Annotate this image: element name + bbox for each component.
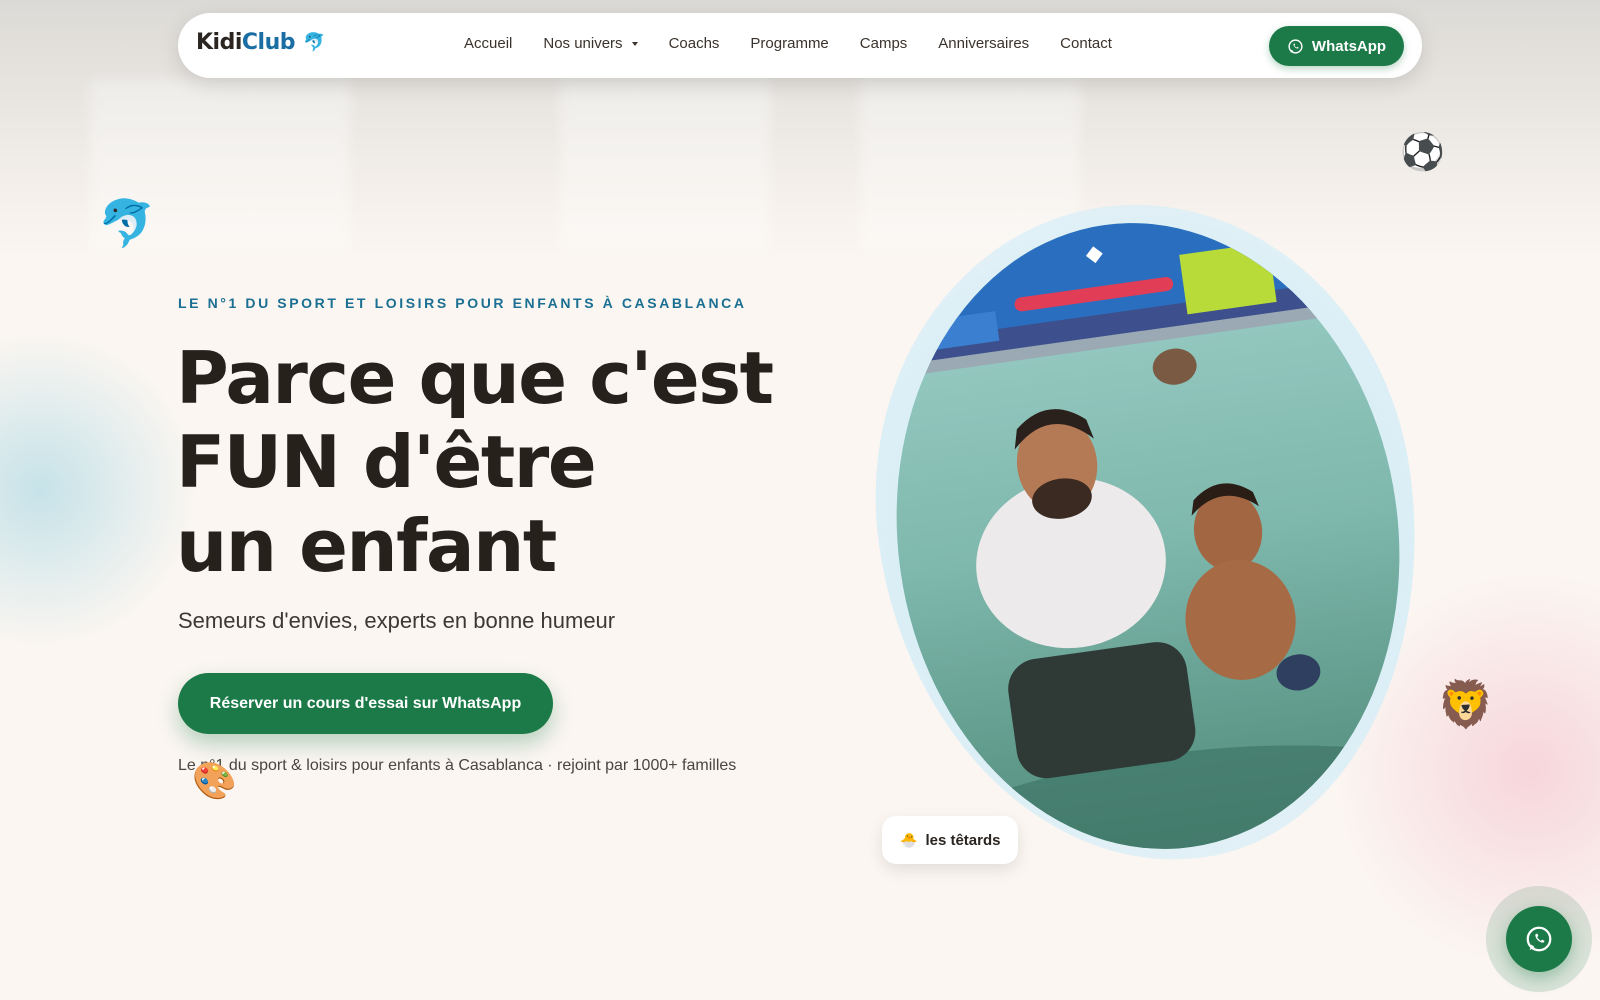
soccer-ball-icon: ⚽	[1400, 132, 1445, 173]
headline-line-1: Parce que c'est	[176, 336, 774, 420]
dolphin-icon: 🐬	[303, 32, 325, 53]
nav-item-nos-univers[interactable]: Nos univers	[543, 35, 638, 52]
whatsapp-nav-label: WhatsApp	[1311, 37, 1387, 55]
nav-item-camps[interactable]: Camps	[860, 35, 908, 52]
image-badge-label: les têtards	[925, 831, 1001, 849]
nav-item-anniversaires[interactable]: Anniversaires	[938, 35, 1029, 52]
palette-icon: 🎨	[192, 761, 237, 802]
image-badge: 🐣 les têtards	[882, 816, 1019, 864]
nav-links: Accueil Nos univers Coachs Programme Cam…	[464, 35, 1143, 52]
headline-line-3: un enfant	[176, 504, 557, 588]
trust-line: Le n°1 du sport & loisirs pour enfants à…	[178, 757, 737, 774]
hero-eyebrow: LE N°1 DU SPORT ET LOISIRS POUR ENFANTS …	[178, 295, 747, 311]
top-navbar: Kidi Club 🐬 Accueil Nos univers Coachs P…	[178, 13, 1422, 78]
lion-icon: 🦁	[1437, 677, 1495, 731]
whatsapp-nav-button[interactable]: WhatsApp	[1269, 26, 1404, 66]
hero-headline: Parce que c'est FUN d'être un enfant	[176, 336, 816, 588]
book-trial-button[interactable]: Réserver un cours d'essai sur WhatsApp	[178, 673, 553, 734]
headline-line-2: FUN d'être	[176, 420, 597, 504]
caret-down-icon	[631, 42, 638, 46]
hero-subtitle: Semeurs d'envies, experts en bonne humeu…	[178, 608, 616, 633]
nav-item-accueil[interactable]: Accueil	[464, 35, 512, 52]
logo[interactable]: Kidi Club 🐬	[196, 30, 325, 55]
whatsapp-icon	[1288, 38, 1303, 54]
logo-text-kidi: Kidi	[196, 30, 242, 55]
dolphin-icon: 🐬	[98, 196, 156, 250]
logo-text-club: Club	[241, 30, 296, 55]
whatsapp-icon	[1526, 926, 1552, 952]
whatsapp-floating-button[interactable]	[1506, 906, 1572, 972]
nav-item-programme[interactable]: Programme	[750, 35, 828, 52]
nav-item-coachs[interactable]: Coachs	[669, 35, 720, 52]
chick-icon: 🐣	[900, 831, 918, 848]
nav-item-contact[interactable]: Contact	[1060, 35, 1112, 52]
